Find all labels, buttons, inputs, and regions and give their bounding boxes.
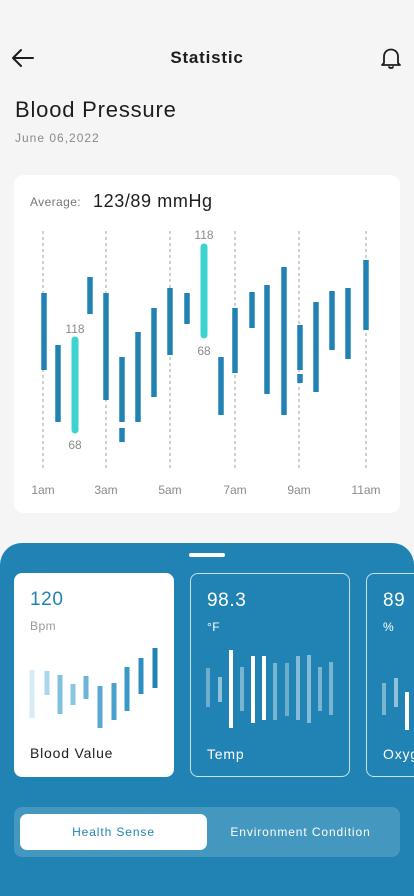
metric-unit: %	[383, 620, 395, 634]
mini-bar	[70, 684, 76, 705]
bar-high-label: 118	[65, 322, 84, 336]
metric-unit: Bpm	[30, 619, 57, 633]
mini-bar	[285, 663, 289, 716]
header: Statistic	[0, 40, 414, 76]
notification-button[interactable]	[380, 46, 402, 70]
mini-bar	[382, 683, 386, 715]
mini-bar	[111, 683, 117, 720]
sheet-drag-handle[interactable]	[189, 553, 225, 557]
segment-environment-condition[interactable]: Environment Condition	[207, 814, 394, 850]
mini-bar	[97, 686, 103, 728]
blood-pressure-chart-card: 1am 3am 5am 7am 9am 11am 118 68 118 68 Average: 1…	[14, 175, 400, 513]
blood-pressure-chart: 1am 3am 5am 7am 9am 11am 118 68 118 68	[31, 228, 380, 497]
x-tick-label: 11am	[351, 483, 380, 497]
metric-value: 89	[383, 590, 406, 611]
mini-bar	[152, 648, 158, 688]
metric-value: 98.3	[207, 590, 247, 611]
section-heading: Blood Pressure	[15, 97, 177, 122]
x-tick-label: 5am	[158, 483, 181, 497]
bar-low-label: 68	[68, 438, 82, 452]
mini-bar	[262, 656, 266, 720]
mini-bar	[57, 675, 63, 714]
mini-bar	[29, 670, 35, 718]
metric-name: Oxyg	[383, 746, 414, 762]
mini-bar	[138, 658, 144, 694]
mini-bar	[307, 655, 311, 723]
mini-bar	[394, 678, 398, 707]
average-value: 123/89 mmHg	[93, 191, 213, 211]
section-date: June 06,2022	[15, 131, 100, 145]
metric-value: 120	[30, 589, 64, 610]
x-tick-label: 7am	[223, 483, 246, 497]
mini-bar	[229, 650, 233, 728]
mini-bar	[405, 692, 409, 730]
metric-name: Blood Value	[30, 745, 114, 761]
page-title: Statistic	[170, 48, 244, 67]
metric-unit: °F	[207, 620, 221, 634]
segment-health-sense[interactable]: Health Sense	[20, 814, 207, 850]
bar-high-label: 118	[194, 228, 213, 242]
mini-bar	[218, 677, 222, 702]
metric-name: Temp	[207, 746, 245, 762]
metric-card-blood-value[interactable]: 120 Bpm Blood Value	[14, 573, 174, 777]
mini-bar	[83, 676, 89, 699]
mini-bar	[251, 656, 255, 723]
bell-icon	[381, 48, 401, 69]
x-tick-label: 9am	[287, 483, 310, 497]
mini-bar	[240, 667, 244, 711]
mini-bar	[206, 668, 210, 707]
mini-bar	[296, 656, 300, 720]
mini-bar	[329, 662, 333, 715]
app-screen: Statistic Blood Pressure June 06,2022 1a…	[0, 0, 414, 896]
mini-bar	[124, 667, 130, 711]
x-tick-label: 1am	[31, 483, 54, 497]
mini-bar	[273, 663, 277, 720]
mini-bar	[44, 671, 50, 695]
bar-low-label: 68	[197, 344, 211, 358]
metric-card-oxygen[interactable]: 89 % Oxyg	[366, 573, 414, 777]
mode-segmented-control: Health Sense Environment Condition	[14, 807, 400, 857]
metrics-bottom-sheet: 120 Bpm Blood Value 98.3 °F Temp 89 % Ox…	[0, 543, 414, 896]
mini-bar	[318, 667, 322, 711]
metric-card-temp[interactable]: 98.3 °F Temp	[190, 573, 350, 777]
x-tick-label: 3am	[94, 483, 117, 497]
average-label: Average:	[30, 195, 82, 209]
